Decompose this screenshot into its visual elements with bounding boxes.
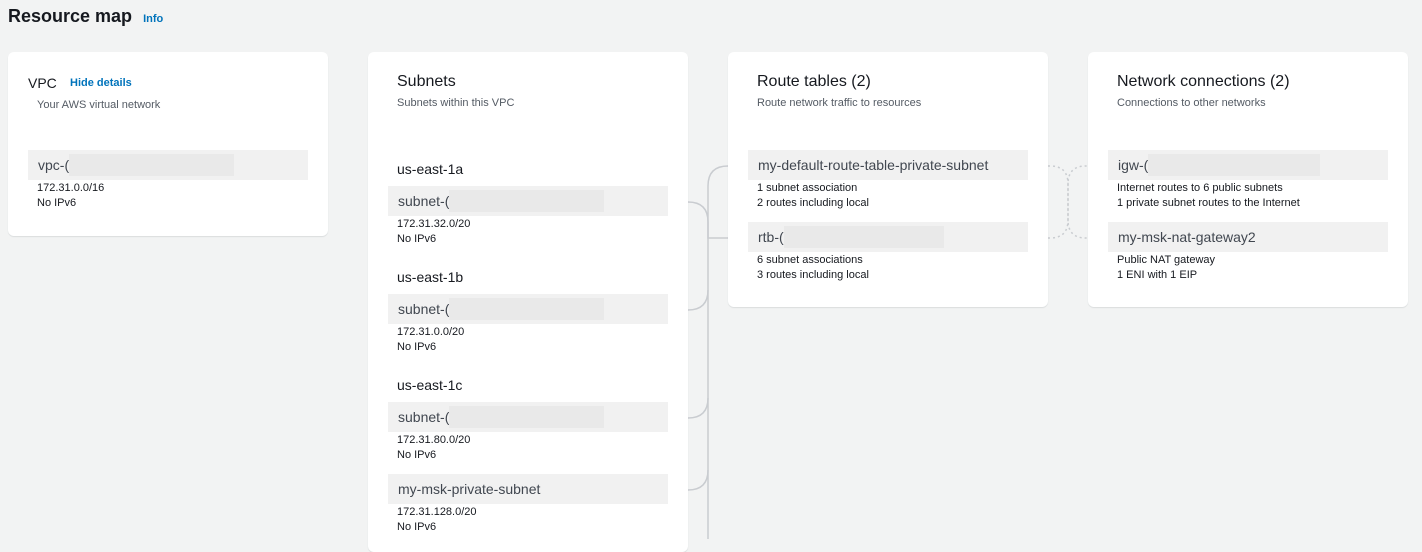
subnets-panel: Subnets Subnets within this VPC us-east-… [368, 52, 688, 552]
network-connection-meta: Public NAT gateway 1 ENI with 1 EIP [1117, 253, 1215, 283]
route-table-associations: 6 subnet associations [757, 254, 863, 266]
vpc-id: vpc-( [38, 157, 70, 173]
subnet-item[interactable]: my-msk-private-subnet [388, 474, 668, 504]
route-table-associations: 1 subnet association [757, 182, 858, 194]
connection-detail-1: Internet routes to 6 public subnets [1117, 182, 1283, 194]
subnet-cidr: 172.31.128.0/20 [397, 506, 477, 518]
redacted-block [69, 154, 235, 176]
route-table-item[interactable]: rtb-( [748, 222, 1028, 252]
subnet-meta: 172.31.128.0/20 No IPv6 [397, 505, 477, 535]
vpc-description: Your AWS virtual network [37, 99, 161, 111]
subnet-id: subnet-( [398, 193, 450, 209]
az-label-us-east-1a: us-east-1a [397, 161, 464, 177]
network-connections-title: Network connections (2) [1117, 73, 1290, 90]
az-label-us-east-1b: us-east-1b [397, 269, 464, 285]
subnet-ipv6: No IPv6 [397, 341, 437, 353]
subnet-item[interactable]: subnet-( [388, 294, 668, 324]
subnet-meta: 172.31.32.0/20 No IPv6 [397, 217, 470, 247]
route-table-item[interactable]: my-default-route-table-private-subnet [748, 150, 1028, 180]
route-tables-title: Route tables (2) [757, 73, 871, 90]
subnet-id: my-msk-private-subnet [398, 481, 541, 497]
redacted-block [783, 226, 944, 248]
subnet-item[interactable]: subnet-( [388, 402, 668, 432]
redacted-block [449, 190, 605, 212]
redacted-block [1148, 154, 1321, 176]
internet-gateway-name: igw-( [1118, 157, 1149, 173]
redacted-block [449, 298, 605, 320]
hide-details-link[interactable]: Hide details [70, 77, 132, 89]
vpc-ipv6: No IPv6 [37, 197, 77, 209]
subnet-item[interactable]: subnet-( [388, 186, 668, 216]
subnet-meta: 172.31.0.0/20 No IPv6 [397, 325, 464, 355]
connection-detail-2: 1 ENI with 1 EIP [1117, 269, 1198, 281]
route-tables-description: Route network traffic to resources [757, 97, 922, 109]
route-table-name: my-default-route-table-private-subnet [758, 157, 989, 173]
nat-gateway-name: my-msk-nat-gateway2 [1118, 229, 1256, 245]
vpc-resource[interactable]: vpc-( [28, 150, 308, 180]
az-label-us-east-1c: us-east-1c [397, 377, 463, 393]
subnet-ipv6: No IPv6 [397, 521, 437, 533]
subnet-cidr: 172.31.80.0/20 [397, 434, 471, 446]
network-connections-description: Connections to other networks [1117, 97, 1266, 109]
vpc-cidr: 172.31.0.0/16 [37, 182, 105, 194]
vpc-meta: 172.31.0.0/16 No IPv6 [37, 181, 104, 211]
redacted-block [449, 406, 605, 428]
subnet-meta: 172.31.80.0/20 No IPv6 [397, 433, 470, 463]
connection-detail-2: 1 private subnet routes to the Internet [1117, 197, 1300, 209]
subnet-ipv6: No IPv6 [397, 449, 437, 461]
subnet-ipv6: No IPv6 [397, 233, 437, 245]
route-tables-panel: Route tables (2) Route network traffic t… [728, 52, 1048, 307]
subnet-id: subnet-( [398, 301, 450, 317]
vpc-panel: VPC Hide details Your AWS virtual networ… [8, 52, 328, 236]
network-connections-panel: Network connections (2) Connections to o… [1088, 52, 1408, 307]
route-table-name: rtb-( [758, 229, 784, 245]
subnet-cidr: 172.31.32.0/20 [397, 218, 471, 230]
subnet-cidr: 172.31.0.0/20 [397, 326, 465, 338]
route-table-meta: 1 subnet association 2 routes including … [757, 181, 869, 211]
subnets-title: Subnets [397, 73, 456, 90]
network-connection-item[interactable]: igw-( [1108, 150, 1388, 180]
subnets-description: Subnets within this VPC [397, 97, 515, 109]
route-table-routes: 2 routes including local [757, 197, 869, 209]
vpc-title: VPC [28, 75, 57, 91]
network-connection-item[interactable]: my-msk-nat-gateway2 [1108, 222, 1388, 252]
connection-detail-1: Public NAT gateway [1117, 254, 1216, 266]
route-table-meta: 6 subnet associations 3 routes including… [757, 253, 869, 283]
subnet-id: subnet-( [398, 409, 450, 425]
route-table-routes: 3 routes including local [757, 269, 869, 281]
network-connection-meta: Internet routes to 6 public subnets 1 pr… [1117, 181, 1300, 211]
